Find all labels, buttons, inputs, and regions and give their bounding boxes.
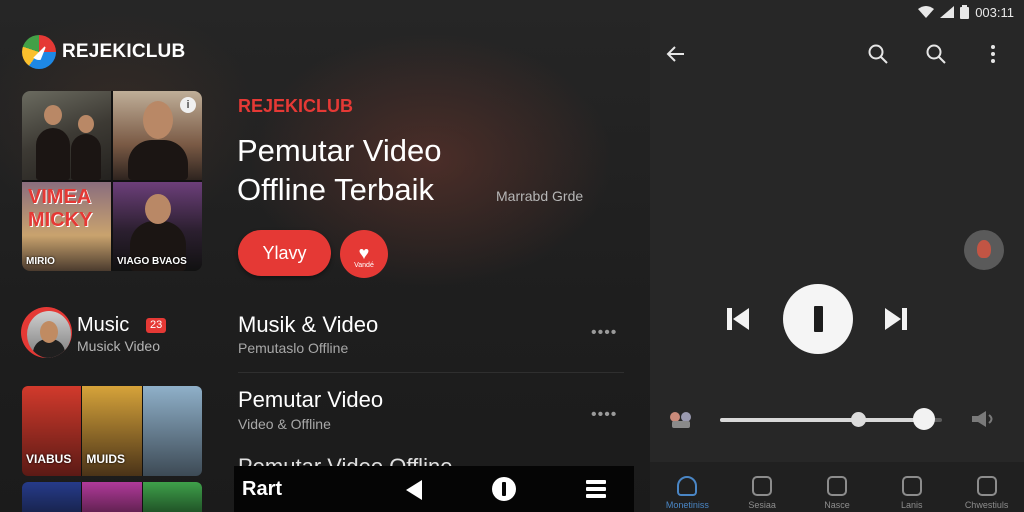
list-item-subtitle: Pemutaslo Offline <box>238 340 349 356</box>
app-name: REJEKICLUB <box>62 41 186 62</box>
screen-icon <box>826 476 847 496</box>
bottom-navigation: Monetiniss Sesiaa Nasce Lanis Chwestiuls <box>650 462 1024 512</box>
art-caption: VIAGO BVAOS <box>117 256 187 267</box>
thumb-caption: VIABUS <box>26 452 72 466</box>
list-item-title[interactable]: Pemutar Video <box>238 387 383 413</box>
floating-action-button[interactable] <box>964 230 1004 270</box>
list-item-title[interactable]: Musik & Video <box>238 312 378 338</box>
nav-bar-label[interactable]: Rart <box>242 478 282 501</box>
list-item-thumbnail[interactable]: VIABUS MUIDS <box>22 386 202 476</box>
skip-previous-icon[interactable] <box>725 306 751 332</box>
menu-icon[interactable] <box>586 480 606 498</box>
volume-up-icon[interactable] <box>968 410 998 428</box>
home-icon[interactable] <box>492 477 516 501</box>
tv-icon <box>752 476 773 496</box>
search-icon[interactable] <box>866 42 890 66</box>
category-subtitle: Musick Video <box>77 338 161 354</box>
nav-item-series[interactable]: Sesiaa <box>727 462 797 512</box>
battery-icon <box>960 5 970 19</box>
more-options-icon[interactable]: •••• <box>591 324 617 342</box>
featured-subtitle: Marrabd Grde <box>496 188 584 204</box>
thumb-caption: MUIDS <box>86 452 125 466</box>
slider-knob[interactable] <box>850 412 866 427</box>
art-tile: VIMEA MICKY MIRIO <box>22 182 111 271</box>
nav-item-home[interactable]: Monetiniss <box>652 462 722 512</box>
featured-artwork[interactable]: i VIMEA MICKY MIRIO VIAGO BVAOS <box>22 91 202 271</box>
inbox-icon <box>976 476 997 496</box>
more-vert-icon[interactable] <box>981 42 1005 66</box>
clock: 003:11 <box>975 4 1014 20</box>
art-caption: VIMEA MICKY <box>28 186 93 231</box>
player-panel: 003:11 Monetiniss Sesiaa Nasce Lanis Chw… <box>650 0 1024 512</box>
play-pause-button[interactable] <box>783 284 853 354</box>
search-icon[interactable] <box>924 42 948 66</box>
home-icon <box>677 476 698 496</box>
list-item-subtitle: Video & Offline <box>238 416 331 432</box>
like-button[interactable]: ♥ Vandé <box>340 230 388 278</box>
skip-next-icon[interactable] <box>883 306 909 332</box>
featured-title: Pemutar Video Offline Terbaik <box>237 133 442 207</box>
nav-item-downloads[interactable]: Chwestiuls <box>952 462 1022 512</box>
art-tile: VIAGO BVAOS <box>113 182 202 271</box>
art-caption: MIRIO <box>26 256 55 267</box>
nav-item-links[interactable]: Lanis <box>877 462 947 512</box>
list-item-thumbnail[interactable] <box>22 482 202 512</box>
status-bar: 003:11 <box>918 3 1014 21</box>
more-options-icon[interactable]: •••• <box>591 406 617 424</box>
art-tile: i <box>113 91 202 180</box>
featured-brand: REJEKICLUB <box>238 96 354 116</box>
art-tile <box>22 91 111 180</box>
back-arrow-icon[interactable] <box>664 42 688 66</box>
library-panel: REJEKICLUB i VIMEA MICKY MIRIO VIAGO BVA… <box>0 0 650 512</box>
slider-knob[interactable] <box>913 408 936 430</box>
hand-icon <box>901 476 922 496</box>
category-avatar[interactable] <box>21 307 72 358</box>
volume-slider[interactable] <box>720 418 942 422</box>
play-button[interactable]: Ylavy <box>238 230 331 276</box>
back-triangle-icon[interactable] <box>406 480 422 500</box>
wifi-icon <box>918 6 935 18</box>
category-badge: 23 <box>146 318 167 333</box>
app-logo-icon <box>22 35 56 69</box>
volume-down-icon[interactable] <box>666 409 696 429</box>
system-nav-bar: Rart <box>234 466 634 512</box>
info-icon[interactable]: i <box>180 97 196 113</box>
nav-item-news[interactable]: Nasce <box>802 462 872 512</box>
volume-fill <box>720 418 925 422</box>
signal-icon <box>940 6 955 18</box>
divider <box>238 372 624 373</box>
heart-icon: ♥ <box>358 242 370 263</box>
category-title[interactable]: Music <box>77 314 129 337</box>
like-label: Vandé <box>354 261 374 269</box>
